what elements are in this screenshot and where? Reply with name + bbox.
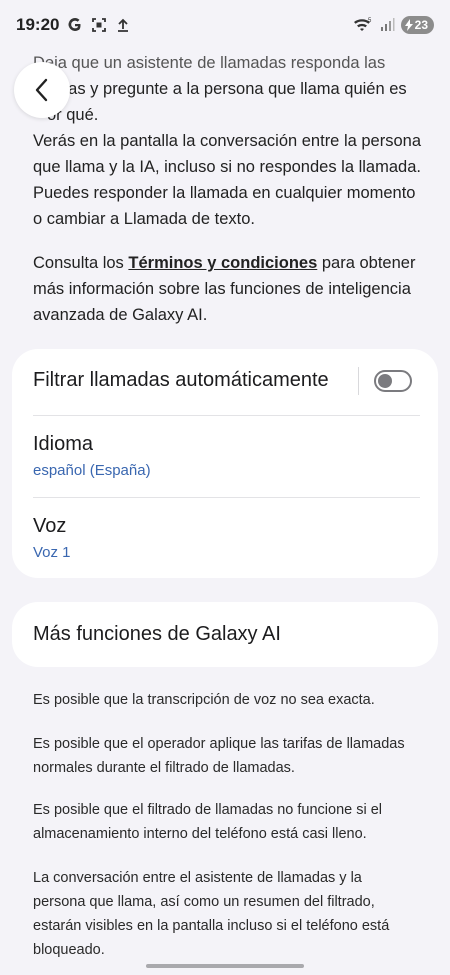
auto-filter-toggle[interactable]	[374, 370, 412, 392]
call-screening-settings-card: Filtrar llamadas automáticamente Idioma …	[12, 349, 438, 578]
voice-label: Voz	[33, 515, 67, 537]
language-value: español (España)	[33, 462, 151, 479]
screenshot-icon	[92, 18, 107, 32]
terms-prefix: Consulta los	[33, 254, 129, 272]
auto-filter-row[interactable]: Filtrar llamadas automáticamente	[33, 369, 420, 392]
note-carrier-rates: Es posible que el operador aplique las t…	[33, 736, 405, 776]
toggle-knob	[378, 374, 392, 388]
signal-icon	[380, 18, 395, 31]
terms-link[interactable]: Términos y condiciones	[128, 254, 317, 272]
toggle-separator	[358, 367, 359, 395]
battery-indicator: 23	[400, 16, 434, 34]
intro-line-2: das y pregunte a la persona que llama qu…	[59, 80, 407, 98]
intro-line-1: Deja que un asistente de llamadas respon…	[33, 54, 386, 72]
bolt-icon	[404, 19, 413, 31]
chevron-left-icon	[35, 78, 48, 102]
upload-icon	[118, 18, 129, 32]
intro-description: Deja que un asistente de llamadas respon…	[33, 50, 423, 232]
status-time: 19:20	[16, 15, 60, 34]
note-transcription: Es posible que la transcripción de voz n…	[33, 692, 375, 708]
status-left: 19:20	[16, 15, 131, 35]
svg-text:5: 5	[368, 18, 372, 24]
language-label: Idioma	[33, 433, 94, 455]
terms-text: Consulta los Términos y condiciones para…	[33, 250, 423, 328]
wifi-icon: 5	[353, 18, 372, 31]
more-galaxy-ai-card[interactable]: Más funciones de Galaxy AI	[12, 602, 438, 667]
battery-level: 23	[414, 18, 428, 32]
note-lockscreen: La conversación entre el asistente de ll…	[33, 870, 390, 958]
back-button[interactable]	[14, 62, 70, 118]
auto-filter-label: Filtrar llamadas automáticamente	[33, 369, 329, 391]
google-g-icon	[68, 18, 81, 31]
home-indicator[interactable]	[146, 964, 304, 968]
divider	[33, 497, 420, 498]
voice-value: Voz 1	[33, 544, 71, 561]
divider	[33, 415, 420, 416]
status-bar: 19:20 5 23	[0, 0, 450, 50]
language-row[interactable]: Idioma español (España)	[33, 433, 420, 479]
intro-line-3: or qué.	[47, 106, 99, 124]
intro-paragraph-2: Verás en la pantalla la conversación ent…	[33, 132, 421, 228]
voice-row[interactable]: Voz Voz 1	[33, 515, 420, 561]
more-galaxy-ai-row[interactable]: Más funciones de Galaxy AI	[33, 623, 420, 646]
note-storage: Es posible que el filtrado de llamadas n…	[33, 802, 383, 842]
more-galaxy-ai-label: Más funciones de Galaxy AI	[33, 623, 281, 645]
status-right: 5 23	[353, 16, 434, 34]
